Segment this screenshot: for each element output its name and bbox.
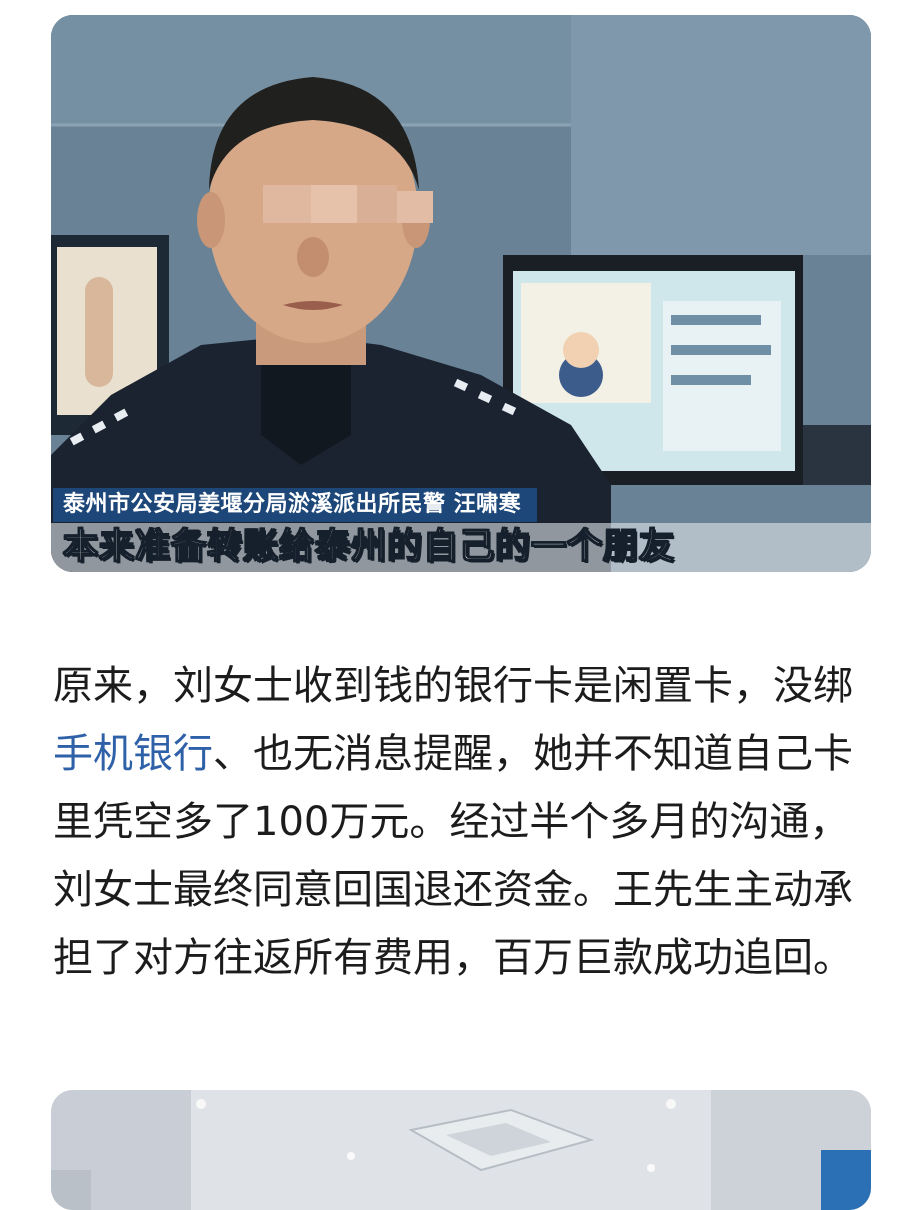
article-text-start: 原来，刘女士收到钱的银行卡是闲置卡，没绑	[53, 663, 853, 709]
reporter-name-caption: 泰州市公安局姜堰分局淤溪派出所民警 汪啸寒	[53, 488, 538, 522]
second-video-still[interactable]	[51, 1090, 871, 1210]
mobile-banking-link[interactable]: 手机银行	[53, 731, 213, 777]
article-paragraph: 原来，刘女士收到钱的银行卡是闲置卡，没绑手机银行、也无消息提醒，她并不知道自己卡…	[53, 652, 883, 992]
interview-video-still[interactable]: 泰州市公安局姜堰分局淤溪派出所民警 汪啸寒 本来准备转账给泰州的自己的一个朋友	[51, 15, 871, 572]
ceiling-scene-image	[51, 1090, 871, 1210]
quote-subtitle: 本来准备转账给泰州的自己的一个朋友	[51, 523, 871, 572]
